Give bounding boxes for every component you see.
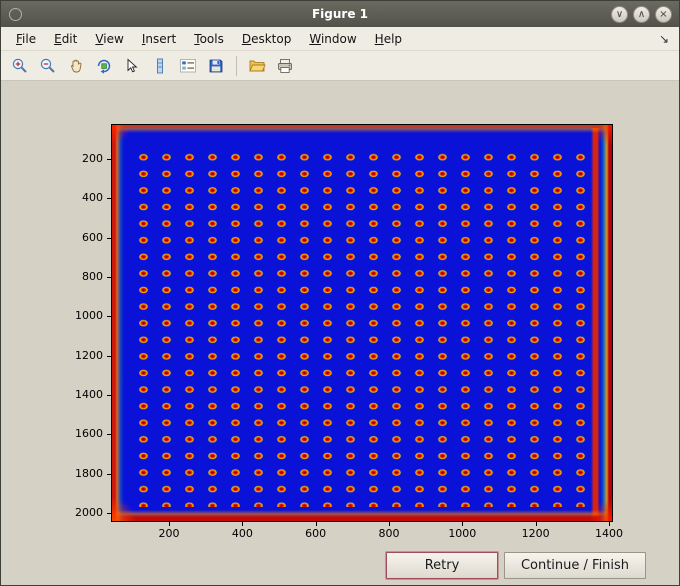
- x-axis-tick-labels: 200 400 600 800 1000 1200 1400: [139, 521, 639, 540]
- ytick-1600: 1600: [75, 427, 112, 441]
- save-icon[interactable]: [203, 53, 229, 79]
- toolbar: [1, 51, 679, 81]
- menu-items: File Edit View Insert Tools Desktop Window Help: [1, 29, 411, 49]
- menu-tools[interactable]: Tools: [185, 29, 233, 49]
- menu-desktop[interactable]: Desktop: [233, 29, 301, 49]
- ytick-800: 800: [82, 269, 112, 283]
- ytick-1400: 1400: [75, 387, 112, 401]
- titlebar: Figure 1 ∨ ∧ ×: [1, 1, 679, 27]
- xtick-1200: 1200: [506, 521, 566, 540]
- data-cursor-icon[interactable]: [119, 53, 145, 79]
- retry-button[interactable]: Retry: [386, 552, 498, 579]
- insert-legend-icon[interactable]: [175, 53, 201, 79]
- microarray-image: [111, 124, 613, 522]
- print-icon[interactable]: [272, 53, 298, 79]
- menubar: File Edit View Insert Tools Desktop Window Help…: [1, 27, 679, 51]
- menu-help[interactable]: Help: [366, 29, 411, 49]
- maximize-button[interactable]: ∧: [633, 5, 650, 23]
- ytick-1200: 1200: [75, 348, 112, 362]
- xtick-200: 200: [139, 521, 199, 540]
- right-hot-band: [591, 128, 600, 518]
- ytick-1800: 1800: [75, 466, 112, 480]
- zoom-out-icon[interactable]: [35, 53, 61, 79]
- menu-window[interactable]: Window: [300, 29, 365, 49]
- zoom-in-icon[interactable]: [7, 53, 33, 79]
- colorbar-icon[interactable]: [147, 53, 173, 79]
- pan-hand-icon[interactable]: [63, 53, 89, 79]
- open-folder-icon[interactable]: [244, 53, 270, 79]
- menu-view[interactable]: View: [86, 29, 132, 49]
- ytick-1000: 1000: [75, 309, 112, 323]
- minimize-button[interactable]: ∨: [611, 5, 628, 23]
- menu-edit[interactable]: Edit: [45, 29, 86, 49]
- toolbar-separator: [236, 55, 237, 76]
- y-axis-tick-labels: 200 400 600 800 1000 1200 1400 1600 1800 2000: [31, 152, 112, 519]
- xtick-400: 400: [212, 521, 272, 540]
- xtick-1000: 1000: [432, 521, 492, 540]
- figure-window: Figure 1 ∨ ∧ × File Edit View Insert Tools De…: [0, 0, 680, 586]
- continue-finish-button[interactable]: Continue / Finish: [504, 552, 646, 579]
- dock-figure-icon[interactable]: ↘: [659, 32, 679, 46]
- menu-insert[interactable]: Insert: [133, 29, 185, 49]
- xtick-1400: 1400: [579, 521, 639, 540]
- window-controls: ∨ ∧ ×: [611, 5, 679, 23]
- figure-canvas: 200 400 600 800 1000 1200 1400 1600 1800 2000 200…: [1, 81, 679, 585]
- window-title: Figure 1: [311, 7, 369, 21]
- ytick-2000: 2000: [75, 505, 112, 519]
- menu-file[interactable]: File: [7, 29, 45, 49]
- close-button[interactable]: ×: [655, 5, 672, 23]
- xtick-600: 600: [286, 521, 346, 540]
- ytick-200: 200: [82, 152, 112, 165]
- spot-grid: [132, 149, 590, 507]
- ytick-400: 400: [82, 191, 112, 205]
- rotate-3d-icon[interactable]: [91, 53, 117, 79]
- ytick-600: 600: [82, 230, 112, 244]
- xtick-800: 800: [359, 521, 419, 540]
